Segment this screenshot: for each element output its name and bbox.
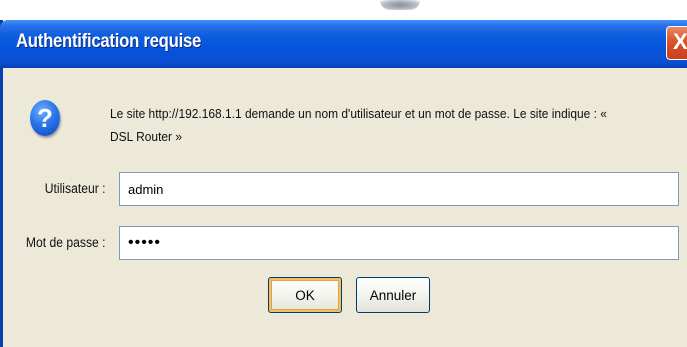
dialog-message: Le site http://192.168.1.1 demande un no… (110, 106, 607, 144)
password-input[interactable] (119, 226, 679, 260)
dialog-title: Authentification requise (16, 31, 202, 52)
password-label: Mot de passe : (26, 235, 106, 250)
username-label: Utilisateur : (45, 181, 106, 196)
background-shadow (380, 0, 420, 10)
title-bar[interactable]: Authentification requise X (0, 20, 687, 68)
username-input[interactable] (119, 172, 679, 206)
ok-button[interactable]: OK (268, 277, 342, 313)
question-icon: ? (30, 100, 60, 136)
close-icon: X (673, 29, 687, 54)
close-button[interactable]: X (666, 26, 687, 60)
cancel-button[interactable]: Annuler (356, 277, 430, 313)
